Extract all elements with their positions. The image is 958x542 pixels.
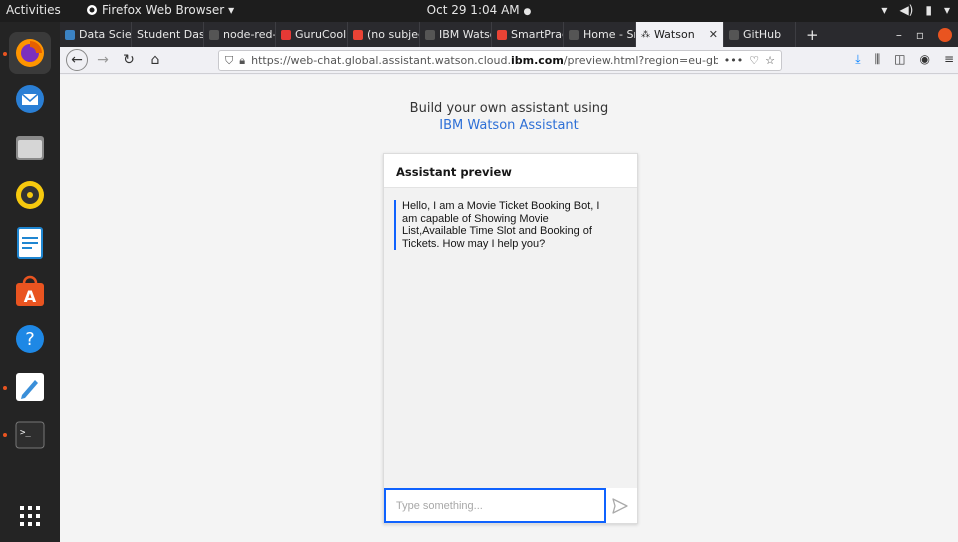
running-indicator <box>3 386 7 390</box>
dock-help[interactable]: ? <box>9 318 51 360</box>
tab-favicon-icon <box>425 29 435 40</box>
sidebar-icon[interactable]: ◫ <box>894 52 905 67</box>
watson-icon: ⁂ <box>641 29 650 40</box>
system-top-bar: Activities Firefox Web Browser ▾ Oct 29 … <box>0 0 958 22</box>
svg-text:?: ? <box>25 329 35 350</box>
widget-title: Assistant preview <box>384 154 637 188</box>
tab-close-icon[interactable]: ✕ <box>709 28 718 41</box>
tab-data-science[interactable]: Data Scien <box>60 22 132 47</box>
gmail-icon <box>497 29 507 40</box>
tab-home[interactable]: Home - Sm <box>564 22 636 47</box>
gmail-icon <box>353 29 363 40</box>
page-actions-button[interactable]: ••• <box>724 54 743 67</box>
show-applications-button[interactable] <box>9 495 51 537</box>
terminal-icon: >_ <box>15 421 45 449</box>
shield-icon: ⛉ <box>225 53 234 67</box>
new-tab-button[interactable]: + <box>796 22 829 47</box>
minimize-icon[interactable]: – <box>896 28 902 42</box>
thunderbird-icon <box>16 85 44 113</box>
lock-icon: 🔒︎ <box>239 53 246 67</box>
tab-ibm-watson[interactable]: IBM Watso <box>420 22 492 47</box>
dock-thunderbird[interactable] <box>9 78 51 120</box>
writer-icon <box>17 227 43 259</box>
library-icon[interactable]: ⫼ <box>875 52 881 67</box>
bookmark-star-icon[interactable]: ☆ <box>765 54 775 67</box>
close-window-icon[interactable] <box>938 27 952 42</box>
youtube-icon <box>281 29 291 40</box>
account-icon[interactable]: ◉ <box>919 52 929 67</box>
page-heading: Build your own assistant using IBM Watso… <box>60 100 958 134</box>
running-indicator <box>3 52 7 56</box>
navigation-toolbar: ← → ↻ ⌂ ⛉ 🔒︎ https://web-chat.global.ass… <box>60 47 958 74</box>
reload-button[interactable]: ↻ <box>118 49 140 71</box>
tab-favicon-icon <box>209 29 219 40</box>
ibm-watson-link[interactable]: IBM Watson Assistant <box>60 117 958 134</box>
heading-line: Build your own assistant using <box>409 101 609 116</box>
assistant-preview-widget: Assistant preview Hello, I am a Movie Ti… <box>383 153 638 524</box>
url-text: https://web-chat.global.assistant.watson… <box>251 54 718 67</box>
app-menu[interactable]: Firefox Web Browser ▾ <box>86 3 234 17</box>
download-icon[interactable]: ⤓ <box>855 52 860 67</box>
files-icon <box>16 136 44 160</box>
home-icon: ⌂ <box>150 52 160 68</box>
chat-input-row <box>384 488 637 523</box>
tab-strip: Data Scien Student Dash node-red-l GuruC… <box>60 22 958 47</box>
running-indicator <box>3 433 7 437</box>
tab-student-dash[interactable]: Student Dash <box>132 22 204 47</box>
dock-software[interactable]: A <box>9 270 51 312</box>
firefox-small-icon <box>87 5 97 15</box>
chat-input[interactable] <box>384 488 606 523</box>
recording-indicator-icon: ● <box>523 7 532 17</box>
tab-github[interactable]: GitHub <box>724 22 796 47</box>
chevron-down-icon: ▾ <box>943 3 950 17</box>
dock-rhythmbox[interactable] <box>9 174 51 216</box>
chevron-down-icon: ▾ <box>228 3 235 17</box>
firefox-icon <box>16 39 44 67</box>
reload-icon: ↻ <box>123 52 135 68</box>
app-menu-label: Firefox Web Browser <box>102 3 225 17</box>
tab-gurucool[interactable]: GuruCool <box>276 22 348 47</box>
menu-icon[interactable]: ≡ <box>944 52 954 67</box>
back-button[interactable]: ← <box>66 49 88 71</box>
text-editor-icon <box>16 373 44 401</box>
software-icon: A <box>16 275 44 306</box>
send-icon[interactable] <box>611 497 629 515</box>
svg-text:A: A <box>24 287 37 306</box>
home-button[interactable]: ⌂ <box>144 49 166 71</box>
activities-button[interactable]: Activities <box>6 3 61 17</box>
svg-text:>_: >_ <box>20 428 31 438</box>
forward-button[interactable]: → <box>92 49 114 71</box>
battery-icon: ▮ <box>925 3 932 17</box>
tab-favicon-icon <box>569 29 579 40</box>
dock-files[interactable] <box>9 126 51 168</box>
arrow-right-icon: → <box>97 52 109 68</box>
rhythmbox-icon <box>16 181 44 209</box>
wifi-icon: ▾ <box>881 3 888 17</box>
apps-grid-icon <box>20 506 40 526</box>
dock-writer[interactable] <box>9 222 51 264</box>
dock: A ? >_ <box>0 22 60 542</box>
chat-messages-area[interactable]: Hello, I am a Movie Ticket Booking Bot, … <box>384 188 637 490</box>
volume-icon: ◀) <box>899 3 914 17</box>
dock-terminal[interactable]: >_ <box>9 414 51 456</box>
bot-message: Hello, I am a Movie Ticket Booking Bot, … <box>394 200 609 250</box>
help-icon: ? <box>16 325 44 353</box>
tab-smartprac[interactable]: SmartPrac <box>492 22 564 47</box>
browser-window: Data Scien Student Dash node-red-l GuruC… <box>60 22 958 542</box>
maximize-icon[interactable]: ▫ <box>916 28 924 42</box>
arrow-left-icon: ← <box>71 52 83 68</box>
tab-favicon-icon <box>65 29 75 40</box>
url-bar[interactable]: ⛉ 🔒︎ https://web-chat.global.assistant.w… <box>218 50 782 71</box>
tab-favicon-icon <box>729 29 739 40</box>
window-controls: – ▫ <box>896 22 958 47</box>
web-page: Build your own assistant using IBM Watso… <box>60 75 958 542</box>
system-tray[interactable]: ▾ ◀) ▮ ▾ <box>881 3 950 17</box>
dock-text-editor[interactable] <box>9 366 51 408</box>
dock-firefox[interactable] <box>9 32 51 74</box>
tab-gmail[interactable]: (no subjec <box>348 22 420 47</box>
tab-watson-active[interactable]: ⁂ Watson ✕ <box>636 22 724 47</box>
pocket-icon[interactable]: ♡ <box>749 54 759 67</box>
tab-node-red[interactable]: node-red-l <box>204 22 276 47</box>
toolbar-right: ⤓ ⫼ ◫ ◉ ≡ <box>855 52 958 67</box>
